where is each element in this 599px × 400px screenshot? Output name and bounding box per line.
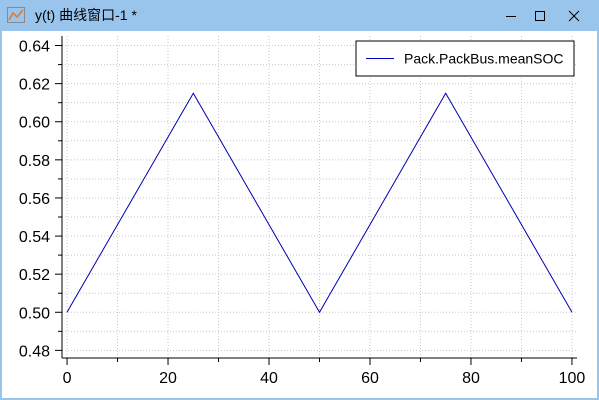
plot-area-container: 0.48 0.50 0.52 0.54 0.56 0.58 0.60 0.62 0.64 0 20 4…	[2, 31, 597, 398]
x-tick-label: 100	[559, 370, 586, 387]
close-button[interactable]	[556, 0, 592, 31]
plot-window: y(t) 曲线窗口-1 * 0.48 0.50 0.52 0.54 0.56 0.58 0.…	[0, 0, 599, 400]
title-bar[interactable]: y(t) 曲线窗口-1 *	[0, 0, 599, 31]
y-tick-label: 0.48	[19, 343, 50, 360]
maximize-button[interactable]	[522, 0, 558, 31]
y-tick-label: 0.60	[19, 115, 50, 132]
legend-label: Pack.PackBus.meanSOC	[404, 51, 564, 67]
minimize-icon	[506, 15, 516, 17]
y-tick-label: 0.56	[19, 191, 50, 208]
maximize-icon	[535, 10, 545, 21]
y-tick-label: 0.62	[19, 77, 50, 94]
y-tick-label: 0.58	[19, 153, 50, 170]
axes: 0.48 0.50 0.52 0.54 0.56 0.58 0.60 0.62 0.64 0 20 4…	[19, 36, 586, 387]
curve-chart-icon	[7, 7, 25, 23]
close-icon	[568, 10, 580, 21]
x-tick-label: 0	[63, 370, 72, 387]
y-tick-label: 0.54	[19, 229, 50, 246]
legend: Pack.PackBus.meanSOC	[355, 40, 575, 77]
y-tick-label: 0.52	[19, 267, 50, 284]
y-tick-label: 0.64	[19, 39, 50, 56]
x-tick-label: 20	[159, 370, 177, 387]
y-tick-label: 0.50	[19, 305, 50, 322]
x-tick-label: 80	[462, 370, 480, 387]
window-title: y(t) 曲线窗口-1 *	[35, 7, 137, 23]
x-tick-label: 60	[361, 370, 379, 387]
x-tick-label: 40	[260, 370, 278, 387]
grid-lines	[62, 36, 577, 358]
line-chart[interactable]: 0.48 0.50 0.52 0.54 0.56 0.58 0.60 0.62 0.64 0 20 4…	[2, 31, 597, 398]
